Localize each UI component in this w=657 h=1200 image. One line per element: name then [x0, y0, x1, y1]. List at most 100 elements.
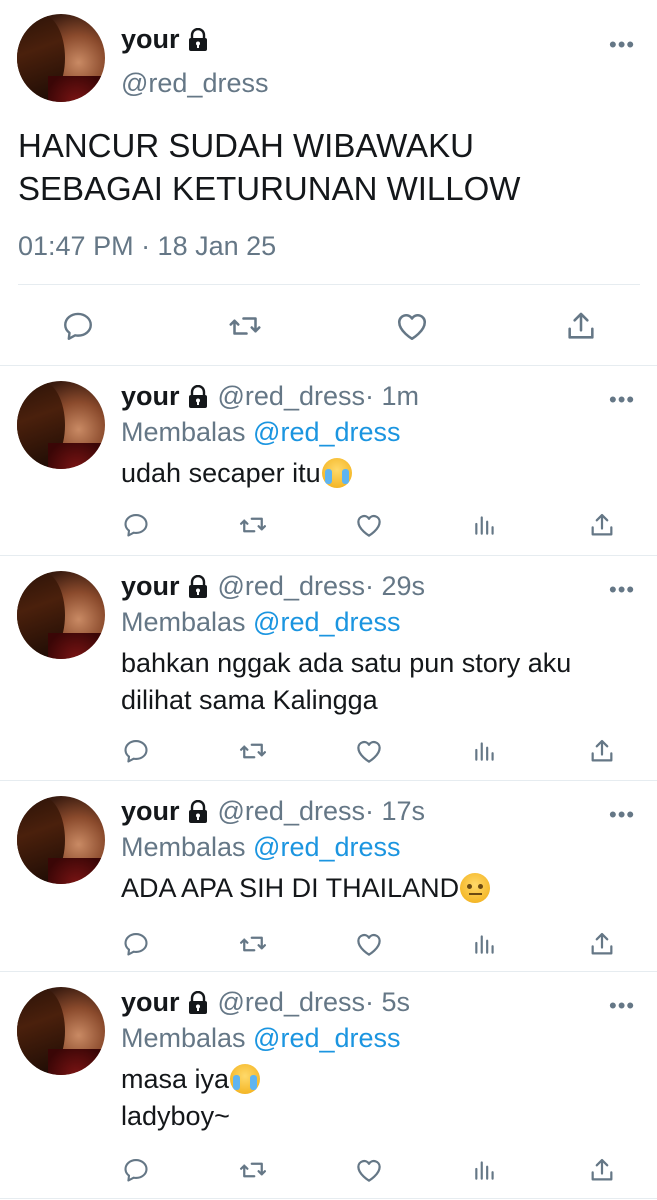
- retweet-button[interactable]: [237, 928, 269, 960]
- like-button[interactable]: [353, 509, 385, 541]
- analytics-button[interactable]: [469, 735, 501, 767]
- reply-time[interactable]: · 1m: [365, 381, 419, 412]
- replying-prefix: Membalas: [121, 417, 254, 447]
- reply-icon: [124, 740, 148, 763]
- reply-icon: [124, 514, 148, 537]
- more-options-icon[interactable]: •••: [609, 579, 635, 601]
- handle[interactable]: @red_dress: [218, 571, 365, 602]
- reply-tweet[interactable]: your @red_dress · 29s ••• Membalas @red_…: [0, 557, 657, 781]
- avatar[interactable]: [17, 381, 105, 469]
- reply-button[interactable]: [120, 735, 152, 767]
- reply-text: udah secaper itu: [121, 455, 631, 492]
- reply-text-line: masa iya: [121, 1064, 230, 1094]
- like-icon: [357, 514, 381, 537]
- reply-button[interactable]: [120, 509, 152, 541]
- share-button[interactable]: [586, 509, 618, 541]
- retweet-icon: [240, 936, 266, 952]
- mention-link[interactable]: @red_dress: [253, 832, 400, 862]
- retweet-button[interactable]: [237, 509, 269, 541]
- like-button[interactable]: [353, 928, 385, 960]
- handle[interactable]: @red_dress: [218, 987, 365, 1018]
- lock-icon: [186, 574, 210, 599]
- mention-link[interactable]: @red_dress: [253, 1023, 400, 1053]
- lock-icon: [186, 27, 210, 52]
- more-options-icon[interactable]: •••: [609, 995, 635, 1017]
- tweet-text-line: SEBAGAI KETURUNAN WILLOW: [18, 170, 521, 207]
- reply-button[interactable]: [120, 928, 152, 960]
- reply-icon: [124, 1159, 148, 1182]
- like-button[interactable]: [353, 735, 385, 767]
- share-icon: [568, 312, 594, 339]
- analytics-button[interactable]: [469, 928, 501, 960]
- reply-text: masa iya ladyboy~: [121, 1061, 631, 1135]
- replying-to: Membalas @red_dress: [121, 607, 401, 638]
- more-options-icon[interactable]: •••: [609, 389, 635, 411]
- reply-time[interactable]: · 17s: [365, 796, 425, 827]
- like-button[interactable]: [353, 1154, 385, 1186]
- reply-text: bahkan nggak ada satu pun story aku dili…: [121, 645, 631, 719]
- reply-icon: [124, 933, 148, 956]
- analytics-icon: [475, 742, 494, 761]
- reply-text-line: dilihat sama Kalingga: [121, 685, 378, 715]
- retweet-button[interactable]: [237, 1154, 269, 1186]
- avatar[interactable]: [17, 571, 105, 659]
- display-name-text: your: [121, 24, 180, 54]
- loudly-crying-face-icon: [230, 1064, 261, 1094]
- share-icon: [591, 513, 613, 536]
- lock-icon: [186, 799, 210, 824]
- display-name[interactable]: your: [121, 381, 180, 412]
- reply-text-line: ladyboy~: [121, 1101, 230, 1131]
- more-options-icon[interactable]: •••: [609, 34, 635, 56]
- display-name[interactable]: your: [121, 796, 180, 827]
- avatar[interactable]: [17, 14, 105, 102]
- handle[interactable]: @red_dress: [121, 68, 268, 99]
- face-with-raised-eyebrow-icon: [460, 873, 491, 903]
- replying-to: Membalas @red_dress: [121, 1023, 401, 1054]
- avatar[interactable]: [17, 987, 105, 1075]
- retweet-icon: [240, 1162, 266, 1178]
- share-button[interactable]: [586, 928, 618, 960]
- avatar[interactable]: [17, 796, 105, 884]
- more-options-icon[interactable]: •••: [609, 804, 635, 826]
- mention-link[interactable]: @red_dress: [253, 417, 400, 447]
- share-icon: [591, 739, 613, 762]
- reply-time[interactable]: · 29s: [365, 571, 425, 602]
- reply-tweet[interactable]: your @red_dress · 5s ••• Membalas @red_d…: [0, 973, 657, 1199]
- reply-time[interactable]: · 5s: [365, 987, 410, 1018]
- mention-link[interactable]: @red_dress: [253, 607, 400, 637]
- handle[interactable]: @red_dress: [218, 796, 365, 827]
- reply-button[interactable]: [120, 1154, 152, 1186]
- analytics-button[interactable]: [469, 509, 501, 541]
- analytics-icon: [475, 935, 494, 954]
- tweet-text: HANCUR SUDAH WIBAWAKU SEBAGAI KETURUNAN …: [18, 124, 638, 210]
- share-button[interactable]: [561, 306, 601, 346]
- reply-text-line: bahkan nggak ada satu pun story aku: [121, 648, 572, 678]
- share-icon: [591, 932, 613, 955]
- lock-icon: [186, 384, 210, 409]
- analytics-button[interactable]: [469, 1154, 501, 1186]
- like-button[interactable]: [392, 306, 432, 346]
- display-name[interactable]: your: [121, 987, 180, 1018]
- retweet-icon: [240, 743, 266, 759]
- loudly-crying-face-icon: [321, 458, 352, 488]
- replying-prefix: Membalas: [121, 832, 254, 862]
- reply-text-line: ADA APA SIH DI THAILAND: [121, 873, 460, 903]
- display-name[interactable]: your: [121, 571, 180, 602]
- reply-button[interactable]: [58, 306, 98, 346]
- reply-tweet[interactable]: your @red_dress · 17s ••• Membalas @red_…: [0, 782, 657, 972]
- reply-tweet[interactable]: your @red_dress · 1m ••• Membalas @red_d…: [0, 367, 657, 556]
- tweet-timestamp[interactable]: 01:47 PM · 18 Jan 25: [18, 231, 276, 262]
- handle[interactable]: @red_dress: [218, 381, 365, 412]
- divider: [18, 284, 640, 285]
- retweet-button[interactable]: [237, 735, 269, 767]
- share-button[interactable]: [586, 735, 618, 767]
- retweet-button[interactable]: [225, 306, 265, 346]
- retweet-icon: [229, 317, 261, 335]
- retweet-icon: [240, 517, 266, 533]
- display-name[interactable]: your: [121, 24, 210, 55]
- share-button[interactable]: [586, 1154, 618, 1186]
- like-icon: [397, 314, 427, 341]
- reply-text: ADA APA SIH DI THAILAND: [121, 870, 631, 907]
- share-icon: [591, 1158, 613, 1181]
- replying-prefix: Membalas: [121, 1023, 254, 1053]
